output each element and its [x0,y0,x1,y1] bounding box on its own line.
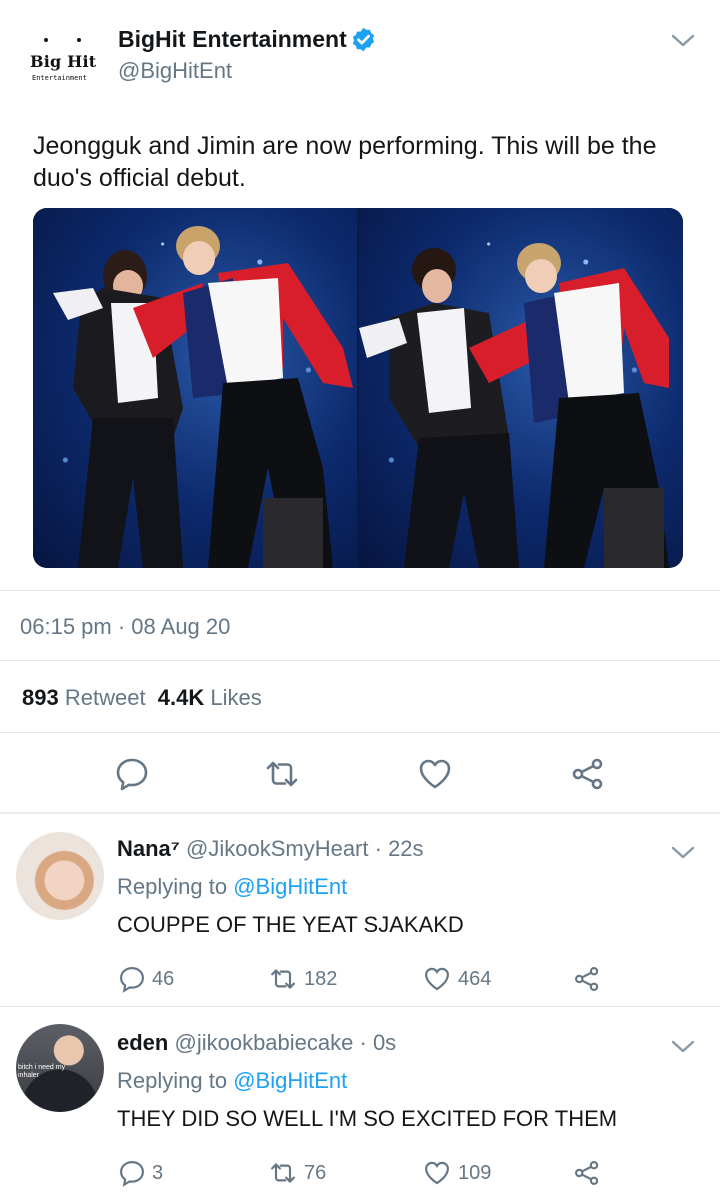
likes-label[interactable]: Likes [210,685,261,710]
like-count: 464 [458,967,492,990]
retweet-button[interactable]: 182 [268,964,337,994]
performers-figure [359,243,669,568]
retweet-label[interactable]: Retweet [65,685,146,710]
replying-to-label: Replying to [117,1068,228,1093]
avatar[interactable] [16,832,104,920]
retweet-icon [271,969,295,989]
photo-left[interactable] [33,208,357,568]
avatar-caption: bitch i need my inhaler [18,1064,66,1079]
replying-to: Replying to @BigHitEnt [117,874,347,900]
reply-icon [120,967,144,993]
retweet-icon[interactable] [264,756,300,792]
divider [0,732,720,733]
retweet-count: 182 [304,967,338,990]
author-name[interactable]: BigHit Entertainment [118,26,347,53]
reply-count: 46 [152,967,175,990]
replying-to-link[interactable]: @BigHitEnt [233,874,347,899]
logo-text: Big Hit [30,52,97,71]
chevron-down-icon[interactable] [670,842,696,864]
reply-time: · 0s [359,1030,397,1055]
verified-badge-icon [352,27,375,52]
like-button[interactable]: 464 [422,964,491,994]
reply-icon[interactable] [114,756,150,792]
like-count: 109 [458,1161,492,1184]
chevron-down-icon[interactable] [670,1036,696,1058]
avatar[interactable]: bitch i need my inhaler [16,1024,104,1112]
divider [0,590,720,591]
logo-subtext: Entertainment [32,74,87,82]
tweet-header: Big Hit Entertainment BigHit Entertainme… [0,0,720,120]
heart-icon [425,967,449,991]
reply-author-handle[interactable]: @JikookSmyHeart [186,836,369,861]
reply-author: Nana⁷ @JikookSmyHeart · 22s [117,836,424,862]
retweet-button[interactable]: 76 [268,1158,326,1188]
reply-tweet[interactable]: bitch i need my inhaler eden @jikookbabi… [0,1008,720,1198]
tweet-text: Jeongguk and Jimin are now performing. T… [33,132,657,192]
reply-count: 3 [152,1161,164,1184]
reply-author-handle[interactable]: @jikookbabiecake [174,1030,353,1055]
reply-text: COUPPE OF THE YEAT SJAKAKD [117,912,464,937]
retweet-count[interactable]: 893 [22,685,59,710]
retweet-icon [271,1163,295,1183]
tweet-timestamp: 06:15 pm · 08 Aug 20 [20,614,231,639]
reply-text: THEY DID SO WELL I'M SO EXCITED FOR THEM [117,1106,618,1131]
replying-to-link[interactable]: @BigHitEnt [233,1068,347,1093]
share-icon [575,1161,599,1185]
reply-button[interactable]: 46 [118,964,174,994]
likes-count[interactable]: 4.4K [158,685,204,710]
logo-dots [22,34,102,46]
tweet-stats: 893 Retweet 4.4K Likes [22,685,262,711]
heart-icon[interactable] [417,756,453,792]
divider [0,1006,720,1007]
reply-icon [120,1161,144,1187]
share-icon [575,967,599,991]
reply-button[interactable]: 3 [118,1158,163,1188]
reply-author: eden @jikookbabiecake · 0s [117,1030,396,1056]
heart-icon [425,1161,449,1185]
performers-figure [53,226,353,568]
replying-to: Replying to @BigHitEnt [117,1068,347,1094]
chevron-down-icon[interactable] [670,30,696,52]
like-button[interactable]: 109 [422,1158,491,1188]
reply-author-name[interactable]: Nana⁷ [117,836,180,861]
divider [0,660,720,661]
bighit-logo[interactable]: Big Hit Entertainment [22,34,102,94]
share-button[interactable] [572,1158,602,1188]
retweet-count: 76 [304,1161,327,1184]
share-button[interactable] [572,964,602,994]
photo-right[interactable] [359,208,683,568]
reply-time: · 22s [374,836,424,861]
reply-author-name[interactable]: eden [117,1030,168,1055]
share-icon[interactable] [570,756,606,792]
reply-tweet[interactable]: Nana⁷ @JikookSmyHeart · 22s Replying to … [0,814,720,1004]
replying-to-label: Replying to [117,874,228,899]
tweet-action-bar [0,748,720,798]
tweet-media[interactable] [33,208,683,568]
author-handle[interactable]: @BigHitEnt [118,58,232,84]
